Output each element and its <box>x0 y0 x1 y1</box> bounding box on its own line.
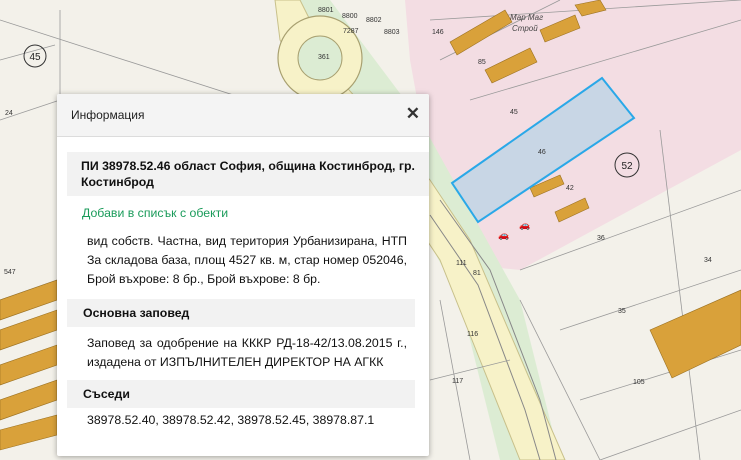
panel-title: Информация <box>71 108 145 122</box>
parcel-title: ПИ 38978.52.46 област София, община Кост… <box>67 152 429 196</box>
neighbors-list: 38978.52.40, 38978.52.42, 38978.52.45, 3… <box>87 413 375 427</box>
map-label: 116 <box>467 331 478 338</box>
car-icon: 🚗 <box>498 230 509 240</box>
map-label: 105 <box>633 379 645 386</box>
map-label: 8803 <box>384 29 400 36</box>
info-panel: Информация ✕ ПИ 38978.52.46 област София… <box>57 94 429 456</box>
map-label: 36 <box>597 235 605 242</box>
car-icon: 🚗 <box>519 220 530 230</box>
map-label: 146 <box>432 29 444 36</box>
map-label: 8802 <box>366 17 382 24</box>
map-label: 34 <box>704 257 712 264</box>
map-label: 45 <box>29 52 41 63</box>
map-label: 117 <box>452 378 463 385</box>
panel-body: ПИ 38978.52.46 област София, община Кост… <box>57 137 429 456</box>
order-text: Заповед за одобрение на КККР РД-18-42/13… <box>87 336 407 369</box>
map-label: Строй <box>512 24 538 33</box>
map-label: 8800 <box>342 13 358 20</box>
map-label: 24 <box>5 110 13 117</box>
map-label: 361 <box>318 54 330 61</box>
map-label: 81 <box>473 270 481 277</box>
map-label: 111 <box>456 260 467 267</box>
parcel-details: вид собств. Частна, вид територия Урбани… <box>87 234 407 286</box>
map-label: 42 <box>566 185 574 192</box>
map-label: 8801 <box>318 7 334 14</box>
map-label: 46 <box>538 149 546 156</box>
map-label: 35 <box>618 308 626 315</box>
map-label: 45 <box>510 109 518 116</box>
add-to-list-link[interactable]: Добави в списък с обекти <box>82 206 228 220</box>
map-label: 7287 <box>343 28 359 35</box>
map-label: Мар Маг <box>510 13 543 22</box>
map-label: 547 <box>4 269 16 276</box>
close-icon[interactable]: ✕ <box>406 105 420 123</box>
map-label: 52 <box>621 161 633 172</box>
panel-header: Информация ✕ <box>57 94 429 137</box>
order-heading: Основна заповед <box>67 299 415 327</box>
map-label: 85 <box>478 59 486 66</box>
neighbors-heading: Съседи <box>67 380 415 408</box>
